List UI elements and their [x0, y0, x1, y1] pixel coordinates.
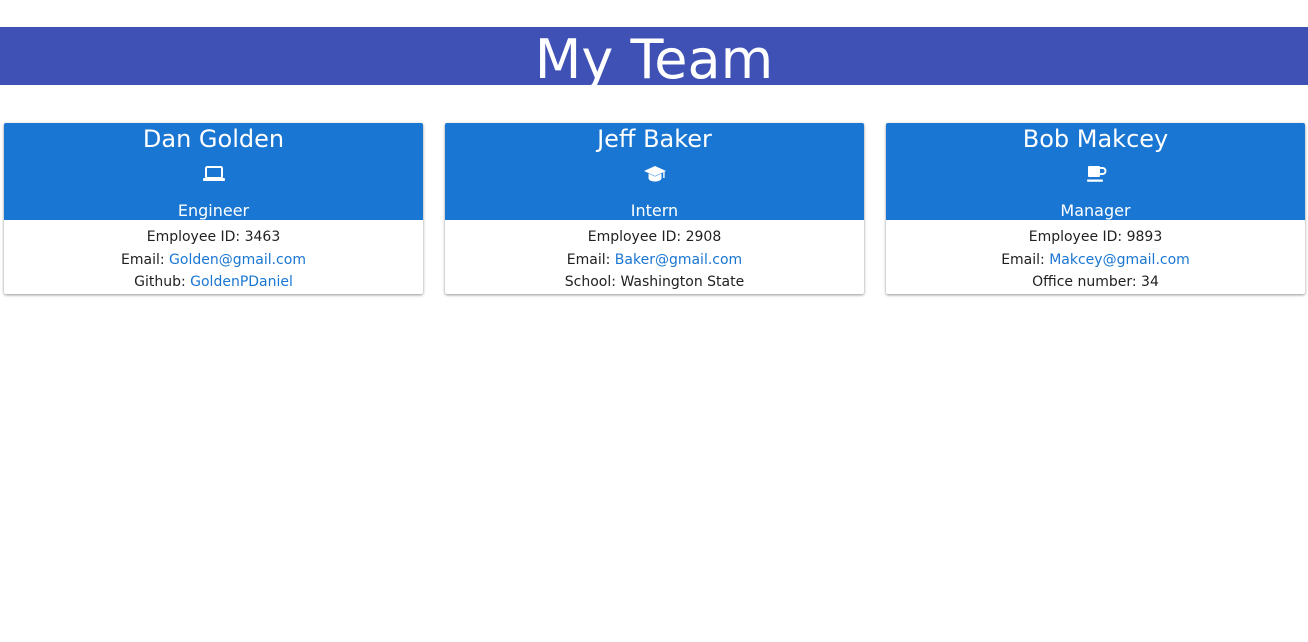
email-link[interactable]: Golden@gmail.com — [169, 252, 306, 268]
email-row: Email: Baker@gmail.com — [445, 249, 864, 272]
laptop-icon — [202, 163, 226, 185]
card-header: Bob Makcey Manager — [886, 123, 1305, 220]
email-label: Email: — [121, 251, 165, 268]
employee-id-row: Employee ID: 9893 — [886, 226, 1305, 249]
employee-id-value: 9893 — [1126, 229, 1163, 245]
github-row: Github: GoldenPDaniel — [4, 271, 423, 294]
employee-name: Bob Makcey — [1022, 125, 1169, 153]
employee-id-row: Employee ID: 2908 — [445, 226, 864, 249]
email-row: Email: Golden@gmail.com — [4, 249, 423, 272]
page-title: My Team — [534, 28, 774, 86]
employee-name: Dan Golden — [142, 125, 285, 153]
page-header: My Team — [0, 27, 1308, 85]
card-details: Employee ID: 2908 Email: Baker@gmail.com… — [445, 226, 864, 294]
school-row: School: Washington State — [445, 271, 864, 294]
school-label: School: — [564, 274, 616, 290]
employee-id-label: Employee ID: — [146, 229, 241, 245]
github-label: Github: — [134, 274, 186, 290]
coffee-mug-icon — [1084, 163, 1108, 185]
employee-role: Intern — [630, 201, 679, 220]
employee-card-manager: Bob Makcey Manager Employee ID: 9893 Ema… — [886, 123, 1305, 294]
employee-id-value: 2908 — [685, 229, 722, 245]
employee-card-engineer: Dan Golden Engineer Employee ID: 3463 Em… — [4, 123, 423, 294]
office-number-row: Office number: 34 — [886, 271, 1305, 294]
employee-id-label: Employee ID: — [1028, 229, 1123, 245]
card-details: Employee ID: 3463 Email: Golden@gmail.co… — [4, 226, 423, 294]
office-number-value: 34 — [1141, 274, 1159, 290]
employee-id-row: Employee ID: 3463 — [4, 226, 423, 249]
github-link[interactable]: GoldenPDaniel — [190, 274, 293, 290]
card-header: Jeff Baker Intern — [445, 123, 864, 220]
email-label: Email: — [1001, 251, 1045, 268]
email-row: Email: Makcey@gmail.com — [886, 249, 1305, 272]
card-header: Dan Golden Engineer — [4, 123, 423, 220]
employee-role: Manager — [1060, 201, 1131, 220]
card-details: Employee ID: 9893 Email: Makcey@gmail.co… — [886, 226, 1305, 294]
employee-id-label: Employee ID: — [587, 229, 682, 245]
school-value: Washington State — [620, 274, 745, 290]
email-link[interactable]: Baker@gmail.com — [615, 252, 742, 268]
email-link[interactable]: Makcey@gmail.com — [1049, 252, 1190, 268]
employee-name: Jeff Baker — [597, 125, 712, 153]
employee-card-intern: Jeff Baker Intern Employee ID: 2908 Emai… — [445, 123, 864, 294]
graduation-cap-icon — [643, 163, 667, 185]
office-number-label: Office number: — [1032, 274, 1137, 290]
employee-role: Engineer — [177, 201, 250, 220]
employee-id-value: 3463 — [244, 229, 281, 245]
email-label: Email: — [566, 251, 611, 268]
